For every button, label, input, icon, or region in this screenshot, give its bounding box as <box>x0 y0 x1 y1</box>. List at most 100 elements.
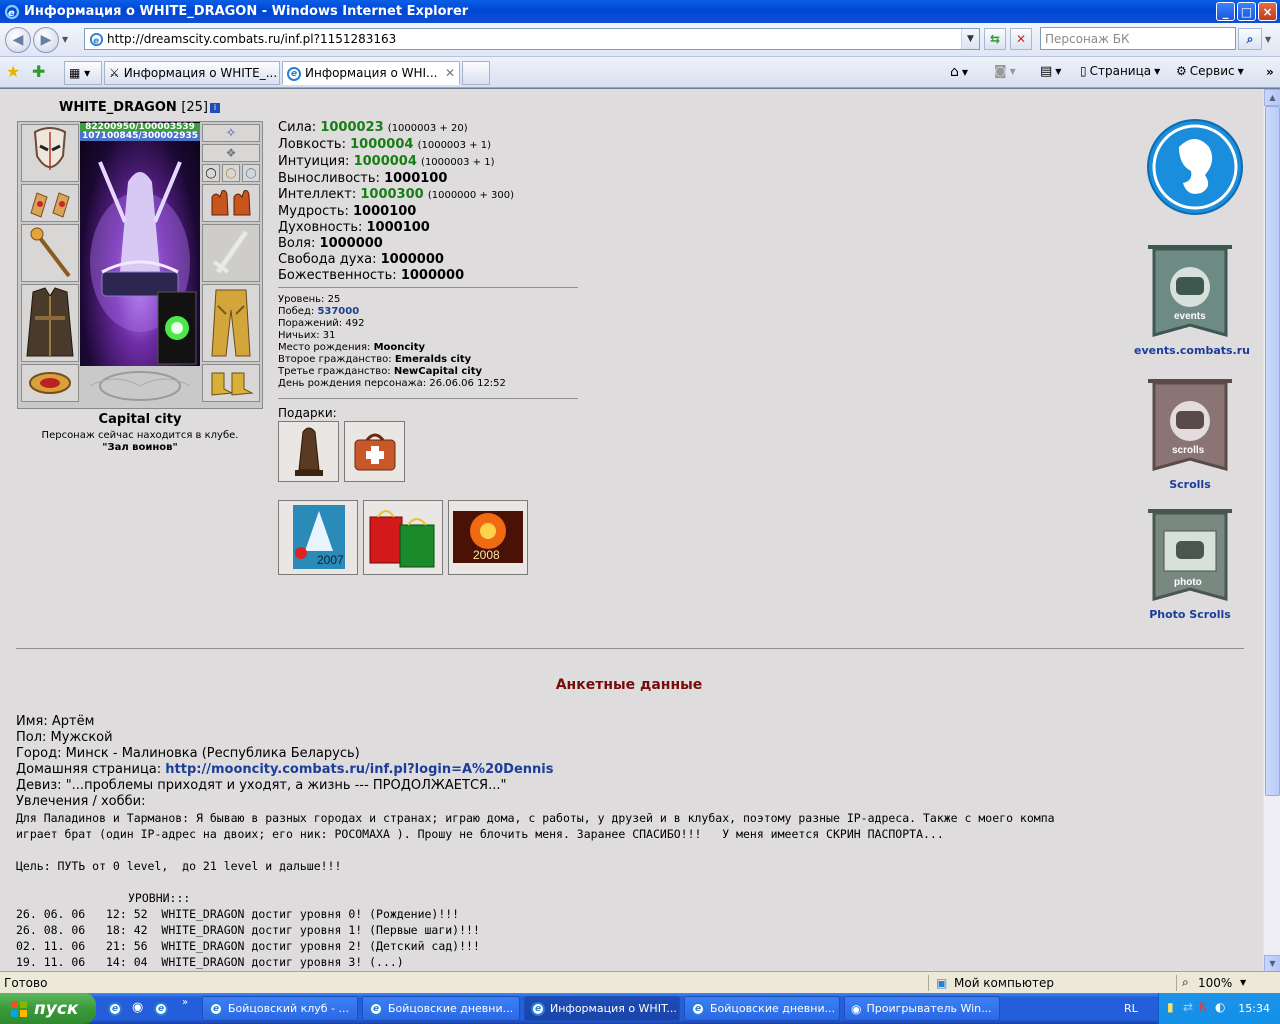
gift-item[interactable]: 2007 <box>278 500 358 575</box>
home-button[interactable]: ⌂ ▼ <box>950 64 968 80</box>
hobby-line-1: Для Паладинов и Тарманов: Я бываю в разн… <box>16 811 1055 825</box>
helmet-slot[interactable] <box>21 124 79 182</box>
info-value[interactable]: 537000 <box>317 306 359 317</box>
scroll-down-icon[interactable]: ▼ <box>1264 955 1280 971</box>
status-separator <box>928 975 929 991</box>
scroll-up-icon[interactable]: ▲ <box>1264 89 1280 106</box>
zoom-dropdown-icon[interactable]: ▼ <box>1240 978 1246 987</box>
page-menu[interactable]: ▯ Страница ▼ <box>1080 64 1160 78</box>
taskbar-item[interactable]: e Бойцовские дневни... <box>362 996 520 1021</box>
ring-slot-1[interactable]: ◯ <box>202 164 220 182</box>
armor-slot[interactable] <box>21 284 79 362</box>
ring-slot-2[interactable]: ◯ <box>222 164 240 182</box>
gift-2008-text: 2008 <box>473 548 500 562</box>
taskbar-item[interactable]: e Бойцовские дневни... <box>684 996 840 1021</box>
service-menu[interactable]: ⚙ Сервис ▼ <box>1176 64 1244 78</box>
stat-value: 1000100 <box>366 220 430 235</box>
add-favorite-icon[interactable]: ✚ <box>32 62 45 81</box>
close-button[interactable]: × <box>1258 2 1277 21</box>
scroll-thumb[interactable] <box>1265 106 1280 796</box>
feeds-button[interactable]: ◙ ▼ <box>994 64 1016 79</box>
tab-1[interactable]: ⚔ Информация о WHITE_... <box>104 61 280 85</box>
taskbar-item-active[interactable]: e Информация о WHIT... <box>524 996 680 1021</box>
weapon-slot[interactable] <box>21 224 79 282</box>
print-button[interactable]: ▤ ▼ <box>1040 64 1061 79</box>
language-indicator[interactable]: RL <box>1124 1002 1138 1015</box>
gloves-slot[interactable] <box>202 184 260 222</box>
level-line: 26. 06. 06 12: 52 WHITE_DRAGON достиг ур… <box>16 907 460 921</box>
search-dropdown-icon[interactable]: ▼ <box>1265 35 1271 44</box>
gift-item[interactable] <box>278 421 339 482</box>
minimize-button[interactable]: _ <box>1216 2 1235 21</box>
volume-icon[interactable]: ◐ <box>1215 1000 1225 1014</box>
stat-label: Интуиция: <box>278 154 350 169</box>
ring-slot[interactable] <box>21 364 79 402</box>
quick-tabs-button[interactable]: ▦ ▾ <box>64 61 102 85</box>
events-banner-icon: events <box>1148 245 1232 337</box>
quicklaunch-ie2-icon[interactable]: e <box>154 1001 168 1016</box>
scrolls-label[interactable]: Scrolls <box>1134 478 1246 491</box>
shield-slot[interactable] <box>202 224 260 282</box>
info-row: День рождения персонажа: 26.06.06 12:52 <box>278 378 506 390</box>
homepage-link[interactable]: http://mooncity.combats.ru/inf.pl?login=… <box>165 762 553 777</box>
forward-button[interactable]: ▶ <box>33 27 59 53</box>
history-dropdown-icon[interactable]: ▼ <box>62 35 68 44</box>
gifts-label: Подарки: <box>278 406 337 420</box>
network-icon[interactable]: ⇄ <box>1183 1000 1193 1014</box>
task-label: Бойцовский клуб - ... <box>228 1002 350 1015</box>
gift-item[interactable] <box>363 500 443 575</box>
zoom-icon[interactable]: ⌕ <box>1182 975 1189 990</box>
amulet-slot[interactable]: ❖ <box>202 144 260 162</box>
maximize-button[interactable]: □ <box>1237 2 1256 21</box>
photo-scrolls-label[interactable]: Photo Scrolls <box>1134 608 1246 621</box>
profile-goal: Цель: ПУТЬ от 0 level, до 21 level и дал… <box>16 859 342 873</box>
new-tab-button[interactable] <box>462 61 490 85</box>
tray-app-icon[interactable]: ▮ <box>1167 1000 1174 1014</box>
stat-row: Интеллект: 1000300 (1000000 + 300) <box>278 187 514 204</box>
page-icon: e <box>89 32 104 47</box>
info-icon[interactable]: i <box>210 103 220 113</box>
taskbar-item[interactable]: ◉ Проигрыватель Win... <box>844 996 1000 1021</box>
earring-slot[interactable]: ✧ <box>202 124 260 142</box>
vertical-scrollbar[interactable]: ▲ ▼ <box>1263 89 1280 971</box>
chevron-right-icon[interactable]: » <box>1266 65 1274 79</box>
start-button[interactable]: пуск <box>0 993 96 1024</box>
boots-slot[interactable] <box>202 364 260 402</box>
stat-value: 1000300 <box>360 187 424 202</box>
quicklaunch-expand-icon[interactable]: » <box>182 997 188 1008</box>
bracer-slot[interactable] <box>21 184 79 222</box>
quicklaunch-media-icon[interactable]: ◉ <box>132 1000 143 1015</box>
search-input[interactable]: Персонаж БК <box>1040 27 1236 50</box>
start-label: пуск <box>34 998 79 1019</box>
address-dropdown-icon[interactable]: ▼ <box>961 29 979 49</box>
zoom-level[interactable]: 100% <box>1198 976 1232 990</box>
events-link[interactable]: events events.combats.ru <box>1134 241 1250 357</box>
taskbar-item[interactable]: e Бойцовский клуб - ... <box>202 996 358 1021</box>
stat-label: Ловкость: <box>278 137 346 152</box>
legs-slot[interactable] <box>202 284 260 362</box>
homepage-label: Домашняя страница: <box>16 762 162 777</box>
clan-emblem[interactable] <box>1140 117 1250 217</box>
events-label[interactable]: events.combats.ru <box>1134 344 1250 357</box>
svg-text:e: e <box>93 35 99 45</box>
level-line: 02. 11. 06 21: 56 WHITE_DRAGON достиг ур… <box>16 939 480 953</box>
scrolls-link[interactable]: scrolls Scrolls <box>1134 375 1246 491</box>
ring-slot-3[interactable]: ◯ <box>242 164 260 182</box>
gift-2007-text: 2007 <box>317 553 344 567</box>
photo-scrolls-link[interactable]: photo Photo Scrolls <box>1134 505 1246 621</box>
ie-logo-icon: e <box>4 4 20 19</box>
favorites-star-icon[interactable]: ★ <box>6 62 20 81</box>
gift-item[interactable] <box>344 421 405 482</box>
back-button[interactable]: ◀ <box>5 27 31 53</box>
amulet-icon: ❖ <box>225 146 237 160</box>
stop-button[interactable]: ✕ <box>1010 28 1032 50</box>
search-button[interactable]: ⌕ <box>1238 28 1262 50</box>
quicklaunch-ie-icon[interactable]: e <box>108 1001 122 1016</box>
tab-2[interactable]: e Информация о WHI... ✕ <box>282 61 460 85</box>
address-bar[interactable]: e http://dreamscity.combats.ru/inf.pl?11… <box>84 28 980 50</box>
tab-close-icon[interactable]: ✕ <box>445 66 455 80</box>
search-icon: ⌕ <box>1246 31 1254 46</box>
antivirus-icon[interactable]: K <box>1199 1000 1207 1014</box>
gift-item[interactable]: 2008 <box>448 500 528 575</box>
refresh-button[interactable]: ⇆ <box>984 28 1006 50</box>
